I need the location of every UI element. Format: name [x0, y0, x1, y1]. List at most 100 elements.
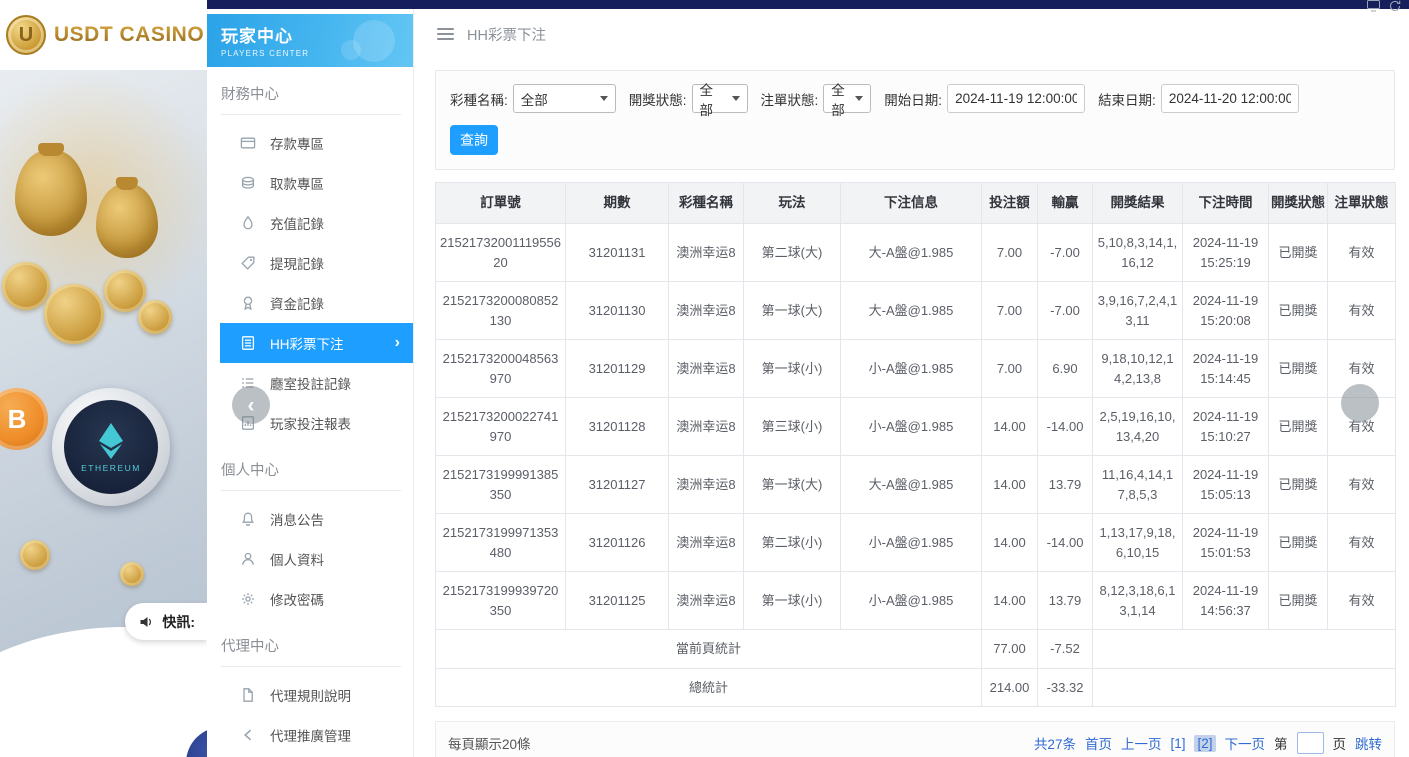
brand-logo[interactable]: U USDT CASINO	[0, 0, 207, 70]
coins-icon	[240, 175, 256, 191]
cell-order-status: 有效	[1328, 224, 1396, 282]
cell-lottery-name: 澳洲幸运8	[669, 456, 744, 514]
refresh-icon[interactable]	[1389, 0, 1401, 12]
jump-page-input[interactable]	[1297, 732, 1324, 754]
cell-bet-amount: 14.00	[982, 514, 1038, 572]
bitcoin-icon: B	[0, 388, 48, 450]
sidebar-item-hh-lottery-bets[interactable]: HH彩票下注 ›	[220, 323, 413, 363]
page: U USDT CASINO B ETHEREUM	[0, 0, 1409, 757]
sidebar-item-deposit[interactable]: 存款專區	[207, 123, 413, 163]
bitcoin-symbol: B	[8, 404, 27, 435]
col-order-no: 訂單號	[436, 183, 566, 224]
brand-name: USDT CASINO	[54, 23, 204, 47]
table-row: 2152173200022741970 31201128 澳洲幸运8 第三球(小…	[436, 398, 1396, 456]
share-icon	[240, 727, 256, 743]
pagination-bar: 每頁顯示20條 共27条 首页 上一页 [1] [2] 下一页 第 页 跳转	[435, 721, 1395, 757]
cell-draw-status: 已開獎	[1269, 514, 1328, 572]
sidebar-item-label: 代理規則說明	[270, 685, 351, 705]
drop-icon	[240, 215, 256, 231]
monitor-icon[interactable]	[1367, 0, 1380, 12]
sidebar-item-agent-promotion[interactable]: 代理推廣管理	[207, 715, 413, 755]
document-icon	[240, 687, 256, 703]
sidebar-item-change-password[interactable]: 修改密碼	[207, 579, 413, 619]
cell-order-no: 2152173199939720350	[436, 572, 566, 630]
filter-row: 彩種名稱: 全部 開獎狀態: 全部 注單狀態: 全部	[450, 84, 1380, 113]
sidebar-item-announcements[interactable]: 消息公告	[207, 499, 413, 539]
cell-bet-info: 大-A盤@1.985	[841, 456, 982, 514]
end-date-input[interactable]	[1161, 84, 1299, 113]
next-page-link[interactable]: 下一页	[1225, 733, 1266, 753]
jump-go-link[interactable]: 跳转	[1355, 733, 1382, 753]
user-icon	[240, 551, 256, 567]
cell-bet-time: 2024-11-19 15:25:19	[1183, 224, 1269, 282]
sidebar-item-label: 廳室投註記錄	[270, 373, 351, 393]
page-1-link[interactable]: [1]	[1170, 736, 1185, 751]
first-page-link[interactable]: 首页	[1085, 733, 1112, 753]
prev-page-link[interactable]: 上一页	[1121, 733, 1162, 753]
col-draw-status: 開獎狀態	[1269, 183, 1328, 224]
menu-toggle-icon[interactable]	[437, 28, 454, 40]
promo-background-image: B ETHEREUM 快訊:	[0, 70, 207, 757]
jump-prefix-text: 第	[1274, 733, 1288, 753]
cell-bet-amount: 7.00	[982, 224, 1038, 282]
sidebar-item-recharge-records[interactable]: 充值記錄	[207, 203, 413, 243]
sidebar-title: 玩家中心	[221, 22, 413, 47]
cell-play-type: 第一球(大)	[744, 282, 841, 340]
collapse-sidebar-button[interactable]: ‹	[232, 386, 270, 424]
cell-order-no: 2152173199991385350	[436, 456, 566, 514]
sidebar-item-withdraw[interactable]: 取款專區	[207, 163, 413, 203]
sidebar-item-label: 修改密碼	[270, 589, 324, 609]
cell-draw-status: 已開獎	[1269, 282, 1328, 340]
news-label-text: 快訊:	[162, 612, 195, 632]
search-button[interactable]: 查詢	[450, 125, 498, 155]
draw-status-select-value: 全部	[700, 79, 724, 119]
cell-draw-result: 9,18,10,12,14,2,13,8	[1093, 340, 1183, 398]
cell-period: 31201126	[566, 514, 669, 572]
lottery-select[interactable]: 全部	[513, 84, 616, 113]
cell-draw-result: 1,13,17,9,18,6,10,15	[1093, 514, 1183, 572]
cell-order-status: 有效	[1328, 514, 1396, 572]
sidebar-item-label: 充值記錄	[270, 213, 324, 233]
sidebar-item-label: HH彩票下注	[270, 333, 344, 353]
main-header: HH彩票下注	[414, 9, 1409, 59]
summary-empty	[1093, 668, 1396, 707]
start-date-label: 開始日期:	[884, 89, 942, 109]
bell-icon	[240, 511, 256, 527]
table-row: 2152173200048563970 31201129 澳洲幸运8 第一球(小…	[436, 340, 1396, 398]
chevron-left-icon: ‹	[248, 395, 255, 416]
sidebar-item-fund-records[interactable]: 資金記錄	[207, 283, 413, 323]
col-period: 期數	[566, 183, 669, 224]
order-status-select[interactable]: 全部	[823, 84, 871, 113]
col-draw-result: 開獎結果	[1093, 183, 1183, 224]
sidebar-item-withdraw-records[interactable]: 提現記錄	[207, 243, 413, 283]
sidebar-item-agent-rules[interactable]: 代理規則說明	[207, 675, 413, 715]
topbar	[207, 0, 1409, 9]
sidebar-item-label: 提現記錄	[270, 253, 324, 273]
draw-status-select[interactable]: 全部	[692, 84, 748, 113]
gold-coin-icon	[44, 284, 104, 344]
records-table: 訂單號 期數 彩種名稱 玩法 下注信息 投注額 輸贏 開獎結果 下注時間 開獎狀…	[435, 182, 1396, 707]
jump-suffix-text: 页	[1333, 733, 1347, 753]
cell-bet-amount: 14.00	[982, 456, 1038, 514]
cell-period: 31201129	[566, 340, 669, 398]
cell-period: 31201131	[566, 224, 669, 282]
sidebar-subtitle: PLAYERS CENTER	[221, 49, 413, 58]
sidebar-item-profile[interactable]: 個人資料	[207, 539, 413, 579]
cell-draw-status: 已開獎	[1269, 340, 1328, 398]
cell-play-type: 第三球(小)	[744, 398, 841, 456]
cell-bet-info: 大-A盤@1.985	[841, 282, 982, 340]
cell-period: 31201130	[566, 282, 669, 340]
gold-coin-icon	[120, 562, 144, 586]
chevron-down-icon	[855, 96, 863, 101]
cell-bet-info: 小-A盤@1.985	[841, 514, 982, 572]
brand-coin-icon: U	[6, 15, 46, 55]
cell-draw-status: 已開獎	[1269, 398, 1328, 456]
money-bag-icon	[15, 150, 87, 236]
summary-empty	[1093, 630, 1396, 669]
speaker-icon	[138, 614, 155, 630]
start-date-input[interactable]	[947, 84, 1085, 113]
cell-bet-info: 小-A盤@1.985	[841, 340, 982, 398]
cell-bet-time: 2024-11-19 15:10:27	[1183, 398, 1269, 456]
page-2-current[interactable]: [2]	[1194, 735, 1215, 752]
topbar-icons	[1367, 0, 1401, 12]
